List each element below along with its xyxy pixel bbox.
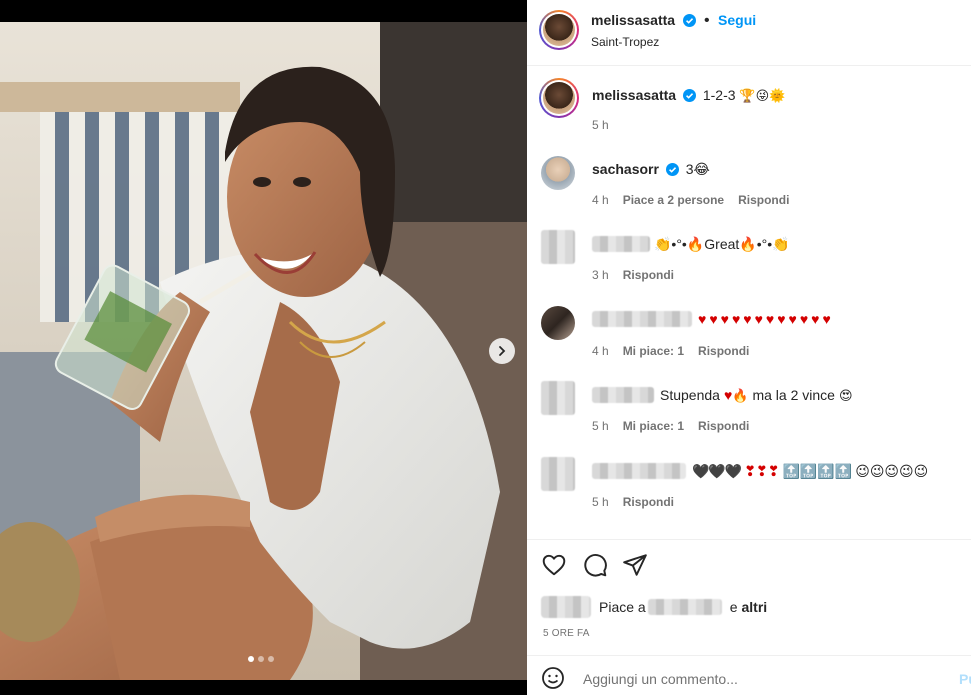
commenter-avatar[interactable]: [541, 457, 575, 491]
wink-emoji-row: 😉😉😉😉😉: [855, 463, 929, 479]
likes-prefix: Piace a: [599, 599, 646, 615]
heart-emoji-icon: ♥: [709, 311, 718, 327]
heart-emoji-icon: ♥: [698, 311, 707, 327]
emoji-icon[interactable]: [541, 666, 565, 690]
redacted-username: [592, 311, 692, 327]
add-comment-bar: Pu: [527, 655, 971, 695]
comment-meta: 4 h Mi piace: 1 Rispondi: [592, 344, 749, 358]
heart-emoji-icon: ♥: [720, 311, 729, 327]
reply-button[interactable]: Rispondi: [623, 268, 674, 282]
post-time-ago: 5 ORE FA: [543, 628, 590, 639]
sun-emoji-icon: 🌞: [769, 88, 786, 103]
commenter-avatar[interactable]: [541, 230, 575, 264]
heart-eyes-emoji-icon: 😍: [838, 387, 853, 403]
post-sidebar: melissasatta • Segui Saint-Tropez meliss…: [527, 0, 971, 695]
caption-time: 5 h: [592, 118, 609, 132]
caption-username[interactable]: melissasatta: [592, 87, 676, 103]
redacted-liker: [647, 599, 722, 615]
header-separator: •: [703, 12, 710, 29]
heart-emoji-icon: ♥: [788, 311, 797, 327]
commenter-avatar[interactable]: [541, 156, 575, 190]
reply-button[interactable]: Rispondi: [698, 344, 749, 358]
post-comment-button[interactable]: Pu: [959, 671, 971, 687]
redacted-username: [592, 236, 650, 252]
commenter-avatar[interactable]: [541, 381, 575, 415]
post-location[interactable]: Saint-Tropez: [591, 35, 659, 49]
share-icon[interactable]: [622, 552, 648, 578]
likes-conj: e: [729, 599, 738, 615]
chevron-right-icon: [499, 346, 506, 356]
carousel-next-button[interactable]: [489, 338, 515, 364]
commenter-username[interactable]: sachasorr: [592, 161, 659, 177]
comment-input[interactable]: [583, 668, 913, 690]
broken-hearts-emoji: ❣❣❣: [744, 463, 780, 479]
post-actions: Piace a e altri 5 ORE FA Pu: [527, 539, 971, 690]
heart-icon[interactable]: [541, 552, 567, 578]
heart-emoji-icon: ♥: [777, 311, 786, 327]
comment-likes[interactable]: Mi piace: 1: [623, 344, 684, 358]
likes-summary[interactable]: Piace a e altri: [541, 596, 767, 618]
commenter-avatar[interactable]: [541, 306, 575, 340]
photo-illustration: [0, 22, 527, 680]
comment-time: 3 h: [592, 268, 609, 282]
caption-text: 1-2-3: [702, 87, 736, 103]
comment-meta: 3 h Rispondi: [592, 268, 674, 282]
redacted-username: [592, 463, 686, 479]
heart-emoji-icon: ♥: [754, 311, 763, 327]
reply-button[interactable]: Rispondi: [698, 419, 749, 433]
likes-others-link[interactable]: altri: [742, 599, 768, 615]
reply-button[interactable]: Rispondi: [623, 495, 674, 509]
fire-emoji-icon: 🔥: [732, 387, 749, 403]
liker-avatars: [541, 596, 591, 618]
comment-likes[interactable]: Mi piace: 1: [623, 419, 684, 433]
comment-time: 5 h: [592, 419, 609, 433]
carousel-dot: [258, 656, 264, 662]
comment-meta: 5 h Mi piace: 1 Rispondi: [592, 419, 749, 433]
reply-button[interactable]: Rispondi: [738, 193, 789, 207]
verified-badge-icon: [682, 89, 696, 102]
author-username[interactable]: melissasatta: [591, 12, 675, 28]
black-hearts-emoji: 🖤🖤🖤: [692, 463, 742, 479]
comment-time: 4 h: [592, 344, 609, 358]
caption-meta: 5 h: [592, 118, 609, 132]
comment-meta: 5 h Rispondi: [592, 495, 674, 509]
comment-text-before: Stupenda: [660, 387, 720, 403]
top-emoji-row: 🔝🔝🔝🔝: [782, 463, 853, 479]
heart-emoji-icon: ♥: [723, 387, 733, 403]
carousel-indicator: [248, 656, 274, 662]
heart-emoji-icon: ♥: [811, 311, 820, 327]
post-photo: [0, 22, 527, 680]
carousel-dot: [248, 656, 254, 662]
verified-badge-icon: [682, 14, 696, 27]
comment-likes[interactable]: Piace a 2 persone: [623, 193, 724, 207]
comment-icon[interactable]: [582, 552, 608, 578]
post-header: melissasatta • Segui Saint-Tropez: [527, 0, 971, 66]
comment-meta: 4 h Piace a 2 persone Rispondi: [592, 193, 789, 207]
hearts-emoji-row: ♥ ♥ ♥ ♥ ♥ ♥ ♥ ♥ ♥ ♥ ♥ ♥: [698, 310, 834, 328]
caption-author-avatar[interactable]: [539, 78, 579, 118]
comment-time: 4 h: [592, 193, 609, 207]
follow-button[interactable]: Segui: [718, 12, 756, 28]
heart-emoji-icon: ♥: [731, 311, 741, 327]
comment-text: 3😂: [685, 161, 710, 177]
comment-text-after: ma la 2 vince: [752, 387, 835, 403]
comment-text: 👏•°•🔥Great🔥•°•👏: [654, 236, 790, 252]
author-avatar[interactable]: [539, 10, 579, 50]
wink-emoji-icon: 😜: [755, 88, 770, 103]
heart-emoji-icon: ♥: [743, 311, 752, 327]
redacted-username: [592, 387, 654, 403]
comment-time: 5 h: [592, 495, 609, 509]
heart-emoji-icon: ♥: [765, 311, 775, 327]
carousel-dot: [268, 656, 274, 662]
post-media[interactable]: [0, 0, 527, 695]
heart-emoji-icon: ♥: [822, 311, 831, 327]
trophy-emoji-icon: 🏆: [739, 88, 756, 103]
heart-emoji-icon: ♥: [799, 311, 809, 327]
verified-badge-icon: [665, 163, 679, 176]
